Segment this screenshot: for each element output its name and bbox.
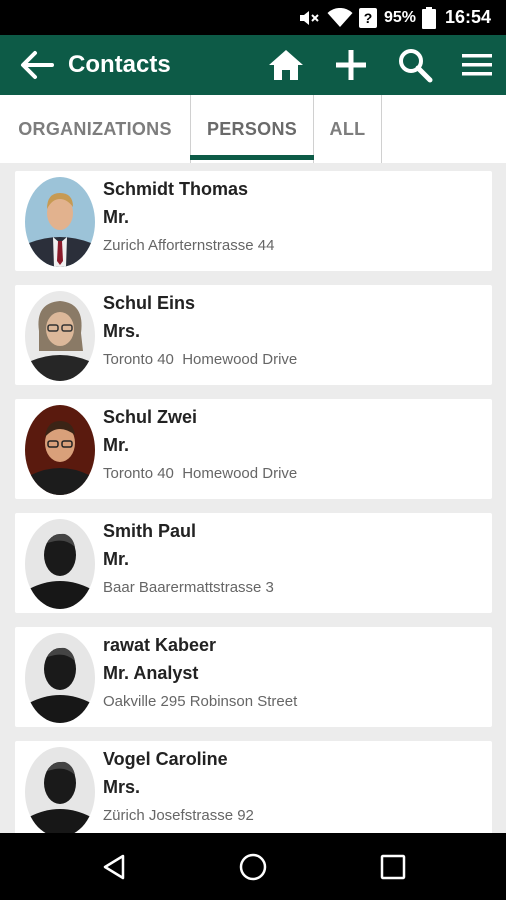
tab-all[interactable]: ALL: [314, 95, 382, 163]
contact-card[interactable]: rawat Kabeer Mr. Analyst Oakville 295 Ro…: [15, 627, 492, 727]
hamburger-menu-icon[interactable]: [454, 35, 500, 95]
contact-name: Smith Paul: [103, 521, 197, 541]
nav-recents-icon[interactable]: [363, 833, 423, 900]
contact-card[interactable]: Vogel Caroline Mrs. Zürich Josefstrasse …: [15, 741, 492, 833]
placeholder-silhouette-icon: [25, 747, 95, 833]
contact-address: Baar Baarermattstrasse 3: [103, 579, 274, 596]
battery-icon: [422, 0, 436, 35]
system-nav-bar: [0, 833, 506, 900]
wifi-icon: [327, 0, 353, 35]
contact-name: Schul Eins: [103, 293, 196, 313]
contact-address: Oakville 295 Robinson Street: [103, 693, 298, 710]
nav-home-icon[interactable]: [223, 833, 283, 900]
back-arrow-icon[interactable]: [16, 35, 58, 95]
selected-tab-indicator: [190, 155, 314, 160]
tab-organizations[interactable]: ORGANIZATIONS: [0, 95, 190, 163]
battery-percent: 95%: [384, 8, 417, 26]
contact-card[interactable]: Schmidt Thomas Mr. Zurich Afforternstras…: [15, 171, 492, 271]
contact-salutation: Mr. Analyst: [103, 663, 199, 683]
status-bar: ? 95% 16:54: [0, 0, 506, 35]
contact-address: Toronto 40 Homewood Drive: [103, 465, 298, 482]
placeholder-silhouette-icon: [25, 519, 95, 609]
contact-salutation: Mrs.: [103, 321, 141, 341]
tab-persons[interactable]: PERSONS: [190, 95, 314, 163]
contact-card[interactable]: Schul Eins Mrs. Toronto 40 Homewood Driv…: [15, 285, 492, 385]
contact-photo: [25, 405, 95, 495]
signal-unknown-icon: ?: [359, 0, 377, 35]
nav-back-icon[interactable]: [84, 833, 144, 900]
clock: 16:54: [445, 7, 492, 27]
app-bar: Contacts: [0, 35, 506, 95]
tab-bar: ORGANIZATIONS PERSONS ALL: [0, 95, 506, 163]
contact-name: Schul Zwei: [103, 407, 198, 427]
svg-text:?: ?: [364, 10, 373, 26]
contact-name: Schmidt Thomas: [103, 179, 249, 199]
contact-address: Zurich Afforternstrasse 44: [103, 237, 275, 254]
contact-photo: [25, 177, 95, 267]
page-title: Contacts: [68, 51, 171, 78]
contact-salutation: Mrs.: [103, 777, 141, 797]
contact-name: Vogel Caroline: [103, 749, 228, 769]
mute-icon: [298, 0, 320, 35]
placeholder-silhouette-icon: [25, 633, 95, 723]
home-icon[interactable]: [262, 35, 310, 95]
plus-icon[interactable]: [328, 35, 374, 95]
contact-address: Toronto 40 Homewood Drive: [103, 351, 298, 368]
contact-address: Zürich Josefstrasse 92: [103, 807, 254, 824]
contact-card[interactable]: Schul Zwei Mr. Toronto 40 Homewood Drive: [15, 399, 492, 499]
contact-salutation: Mr.: [103, 435, 130, 455]
contact-photo: [25, 291, 95, 381]
contact-card[interactable]: Smith Paul Mr. Baar Baarermattstrasse 3: [15, 513, 492, 613]
contact-name: rawat Kabeer: [103, 635, 217, 655]
contact-salutation: Mr.: [103, 207, 130, 227]
search-icon[interactable]: [392, 35, 438, 95]
contact-list[interactable]: Schmidt Thomas Mr. Zurich Afforternstras…: [0, 163, 506, 833]
contact-salutation: Mr.: [103, 549, 130, 569]
